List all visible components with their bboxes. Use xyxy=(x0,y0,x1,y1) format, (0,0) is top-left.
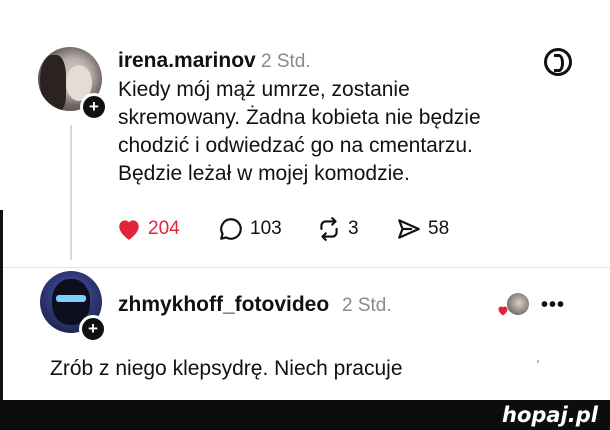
avatar-glasses xyxy=(56,295,86,302)
comment-button[interactable]: 103 xyxy=(218,214,282,244)
post-body-line: chodzić i odwiedzać go na cmentarzu. xyxy=(118,134,473,157)
post-body-line: skremowany. Żadna kobieta nie będzie xyxy=(118,106,481,129)
author-liked-avatar xyxy=(507,293,529,315)
thread-line xyxy=(70,125,72,260)
like-button[interactable]: 204 xyxy=(116,214,180,244)
threads-logo-icon[interactable] xyxy=(544,48,572,76)
speck xyxy=(537,360,539,363)
more-icon[interactable]: ••• xyxy=(541,294,565,317)
post-body-line: Będzie leżał w mojej komodzie. xyxy=(118,162,410,185)
repost-count: 3 xyxy=(348,218,359,239)
share-button[interactable]: 58 xyxy=(396,214,449,244)
reply-time: 2 Std. xyxy=(342,295,392,316)
share-count: 58 xyxy=(428,218,450,239)
comment-icon xyxy=(220,218,242,240)
left-edge xyxy=(0,210,3,400)
comment-count: 103 xyxy=(250,218,282,239)
share-icon xyxy=(398,219,420,239)
post-username[interactable]: irena.marinov xyxy=(118,49,256,73)
divider xyxy=(0,267,610,268)
reply-body: Zrób z niego klepsydrę. Niech pracuje xyxy=(50,357,403,380)
reply-username[interactable]: zhmykhoff_fotovideo xyxy=(118,293,329,317)
follow-plus-icon[interactable]: + xyxy=(79,315,107,343)
avatar-hair xyxy=(40,55,66,111)
follow-plus-icon[interactable]: + xyxy=(80,93,108,121)
threads-card: + irena.marinov 2 Std. Kiedy mój mąż umr… xyxy=(0,0,610,400)
heart-icon xyxy=(119,220,139,240)
like-count: 204 xyxy=(148,218,180,239)
post-body-line: Kiedy mój mąż umrze, zostanie xyxy=(118,78,410,101)
post-body: Kiedy mój mąż umrze, zostanie skremowany… xyxy=(118,76,558,188)
original-post: + irena.marinov 2 Std. Kiedy mój mąż umr… xyxy=(0,0,610,270)
repost-icon xyxy=(320,217,338,241)
repost-button[interactable]: 3 xyxy=(316,214,359,244)
post-time: 2 Std. xyxy=(261,51,311,72)
watermark: hopaj.pl xyxy=(502,403,598,427)
